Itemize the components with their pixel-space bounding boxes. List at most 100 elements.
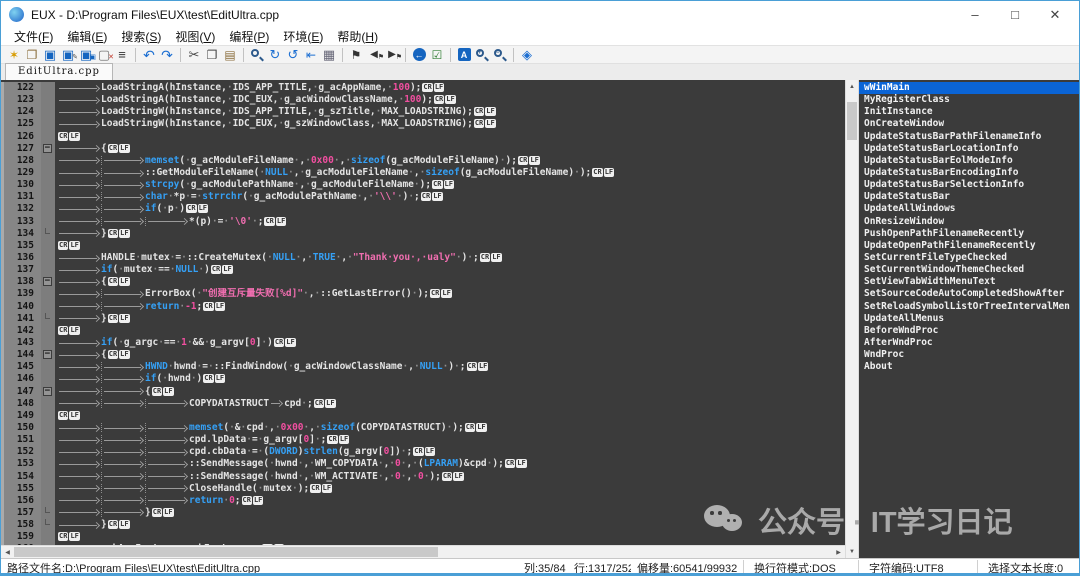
open-file-button[interactable]: ❐ [23, 47, 41, 63]
line-number[interactable]: 139 [1, 288, 41, 300]
code-line[interactable]: 150memset(·&·cpd·,·0x00·,·sizeof(COPYDAT… [1, 422, 845, 434]
line-number[interactable]: 132 [1, 203, 41, 215]
line-number[interactable]: 134 [1, 228, 41, 240]
symbol-item[interactable]: OnResizeWindow [859, 216, 1079, 228]
code-line[interactable]: 132if(·p·)CRLF [1, 203, 845, 215]
symbol-item[interactable]: UpdateOpenPathFilenameRecently [859, 240, 1079, 252]
code-line[interactable]: 147−{CRLF [1, 386, 845, 398]
vertical-scrollbar[interactable]: ▲ ▼ [845, 80, 859, 558]
about-button[interactable]: ◈ [518, 47, 536, 63]
code-line[interactable]: 145HWND·hwnd·=·::FindWindow(·g_acWindowC… [1, 361, 845, 373]
fold-marker-icon[interactable]: − [43, 144, 52, 153]
symbol-item[interactable]: SetCurrentWindowThemeChecked [859, 264, 1079, 276]
code-line[interactable]: 125LoadStringW(hInstance,·IDC_EUX,·g_szW… [1, 118, 845, 130]
zoom-out-button[interactable]: − [491, 47, 509, 63]
code-line[interactable]: 122LoadStringA(hInstance,·IDS_APP_TITLE,… [1, 82, 845, 94]
line-number[interactable]: 145 [1, 361, 41, 373]
line-number[interactable]: 124 [1, 106, 41, 118]
code-line[interactable]: 146if(·hwnd·)CRLF [1, 373, 845, 385]
line-number[interactable]: 131 [1, 191, 41, 203]
line-number[interactable]: 137 [1, 264, 41, 276]
redo-button[interactable]: ↷ [158, 47, 176, 63]
find-button[interactable] [248, 47, 266, 63]
line-number[interactable]: 127 [1, 143, 41, 155]
line-number[interactable]: 158 [1, 519, 41, 531]
symbol-item[interactable]: OnCreateWindow [859, 118, 1079, 130]
fold-marker-icon[interactable]: − [43, 277, 52, 286]
line-number[interactable]: 143 [1, 337, 41, 349]
line-number[interactable]: 125 [1, 118, 41, 130]
line-number[interactable]: 128 [1, 155, 41, 167]
code-line[interactable]: 131char·*p·=·strrchr(·g_acModulePathName… [1, 191, 845, 203]
bookmark-button[interactable]: ⚑ [347, 47, 365, 63]
code-line[interactable]: 158}CRLF [1, 519, 845, 531]
code-line[interactable]: 154::SendMessage(·hwnd·,·WM_ACTIVATE·,·0… [1, 471, 845, 483]
code-line[interactable]: 140return·-1;CRLF [1, 301, 845, 313]
code-line[interactable]: 149CRLF [1, 410, 845, 422]
syntax-color-button[interactable]: A [455, 47, 473, 63]
code-line[interactable]: 134}CRLF [1, 228, 845, 240]
symbol-item[interactable]: SetSourceCodeAutoCompletedShowAfter [859, 288, 1079, 300]
code-line[interactable]: 138−{CRLF [1, 276, 845, 288]
find-next-button[interactable]: ↻ [266, 47, 284, 63]
scroll-left-icon[interactable]: ◀ [1, 546, 14, 558]
line-number[interactable]: 142 [1, 325, 41, 337]
line-number[interactable]: 144 [1, 349, 41, 361]
menu-item-6[interactable]: 帮助(H) [330, 28, 385, 45]
symbol-item[interactable]: UpdateStatusBarLocationInfo [859, 143, 1079, 155]
code-line[interactable]: 141}CRLF [1, 313, 845, 325]
line-number[interactable]: 123 [1, 94, 41, 106]
symbol-item[interactable]: UpdateAllWindows [859, 203, 1079, 215]
code-line[interactable]: 135CRLF [1, 240, 845, 252]
new-file-button[interactable]: ✶ [5, 47, 23, 63]
close-button[interactable]: ✕ [1047, 7, 1063, 23]
todo-list-button[interactable]: ☑ [428, 47, 446, 63]
symbol-item[interactable]: InitInstance [859, 106, 1079, 118]
find-prev-button[interactable]: ↺ [284, 47, 302, 63]
code-line[interactable]: 157}CRLF [1, 507, 845, 519]
code-rows[interactable]: 122LoadStringA(hInstance,·IDS_APP_TITLE,… [1, 80, 845, 545]
symbol-item[interactable]: UpdateStatusBarPathFilenameInfo [859, 131, 1079, 143]
code-line[interactable]: 155CloseHandle(·mutex·);CRLF [1, 483, 845, 495]
line-number[interactable]: 129 [1, 167, 41, 179]
symbol-item[interactable]: SetCurrentFileTypeChecked [859, 252, 1079, 264]
menu-item-5[interactable]: 环境(E) [276, 28, 330, 45]
prev-bookmark-button[interactable]: ◀⚑ [365, 47, 383, 63]
line-number[interactable]: 126 [1, 131, 41, 143]
line-number[interactable]: 155 [1, 483, 41, 495]
code-line[interactable]: 139ErrorBox(·"创建互斥量失败[%d]"·,·::GetLastEr… [1, 288, 845, 300]
copy-button[interactable]: ❐ [203, 47, 221, 63]
menu-item-1[interactable]: 编辑(E) [60, 28, 114, 45]
line-number[interactable]: 138 [1, 276, 41, 288]
code-line[interactable]: 128memset(·g_acModuleFileName·,·0x00·,·s… [1, 155, 845, 167]
code-editor[interactable]: 122LoadStringA(hInstance,·IDS_APP_TITLE,… [1, 80, 845, 558]
menu-item-0[interactable]: 文件(F) [7, 28, 60, 45]
code-line[interactable]: 124LoadStringW(hInstance,·IDS_APP_TITLE,… [1, 106, 845, 118]
symbol-item[interactable]: UpdateAllMenus [859, 313, 1079, 325]
line-number[interactable]: 157 [1, 507, 41, 519]
line-number[interactable]: 140 [1, 301, 41, 313]
symbol-item[interactable]: WndProc [859, 349, 1079, 361]
undo-button[interactable]: ↶ [140, 47, 158, 63]
line-number[interactable]: 133 [1, 216, 41, 228]
code-line[interactable]: 126CRLF [1, 131, 845, 143]
next-bookmark-button[interactable]: ▶⚑ [383, 47, 401, 63]
line-number[interactable]: 130 [1, 179, 41, 191]
horizontal-scrollbar[interactable]: ◀ ▶ [1, 545, 845, 558]
code-line[interactable]: 152cpd.cbData·=·(DWORD)strlen(g_argv[0])… [1, 446, 845, 458]
paste-button[interactable]: ▤ [221, 47, 239, 63]
symbol-item[interactable]: AfterWndProc [859, 337, 1079, 349]
symbol-item[interactable]: wWinMain [859, 82, 1079, 94]
code-line[interactable]: 133*(p)·=·'\0'·;CRLF [1, 216, 845, 228]
goto-button[interactable]: ⇤ [302, 47, 320, 63]
symbol-item[interactable]: SetViewTabWidthMenuText [859, 276, 1079, 288]
code-line[interactable]: 127−{CRLF [1, 143, 845, 155]
line-number[interactable]: 149 [1, 410, 41, 422]
navigate-back-button[interactable]: ← [410, 47, 428, 63]
code-line[interactable]: 129::GetModuleFileName(·NULL·,·g_acModul… [1, 167, 845, 179]
tab-editultra-cpp[interactable]: EditUltra.cpp [5, 63, 113, 80]
vertical-scroll-thumb[interactable] [847, 102, 857, 140]
maximize-button[interactable]: □ [1007, 7, 1023, 23]
line-number[interactable]: 150 [1, 422, 41, 434]
fold-marker-icon[interactable]: − [43, 350, 52, 359]
